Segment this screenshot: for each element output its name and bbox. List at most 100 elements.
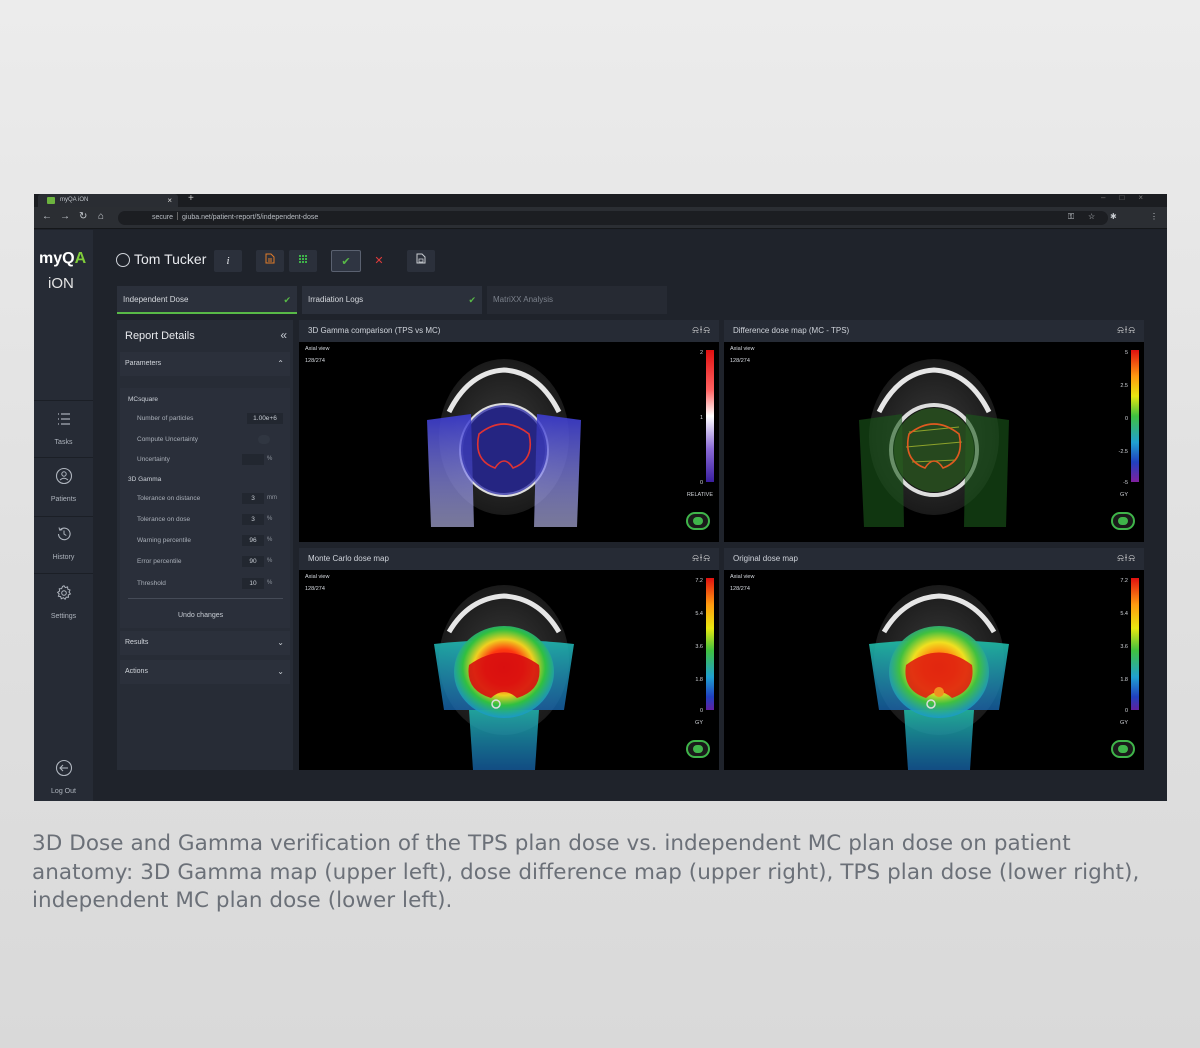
tol-distance-input[interactable]: 3: [242, 493, 264, 504]
back-icon[interactable]: ←: [42, 211, 52, 222]
particles-input[interactable]: 1.00e+6: [247, 413, 283, 424]
colorbar-tick: 7.2: [695, 578, 703, 584]
parameters-section-header[interactable]: Parameters ⌃: [120, 352, 290, 376]
save-report-button[interactable]: [407, 250, 435, 272]
body-view-icons[interactable]: ⍾⍿⍾: [692, 320, 711, 342]
colorbar-tick: 2.5: [1120, 383, 1128, 389]
tab-independent-dose[interactable]: Independent Dose ✔: [117, 286, 297, 314]
original-dose-image: [869, 585, 1009, 770]
actions-section-header[interactable]: Actions ⌄: [120, 660, 290, 684]
info-button[interactable]: i: [214, 250, 242, 272]
home-icon[interactable]: ⌂: [98, 211, 104, 222]
undo-changes-button[interactable]: Undo changes: [178, 612, 223, 619]
viewport-title: Difference dose map (MC - TPS): [733, 326, 850, 335]
sidebar-divider: [34, 457, 93, 458]
dose-colorbar: [1131, 578, 1139, 710]
export-button[interactable]: [289, 250, 317, 272]
gamma-viewport[interactable]: 3D Gamma comparison (TPS vs MC) ⍾⍿⍾ Axia…: [299, 320, 719, 542]
logo-text: myQA: [39, 250, 87, 267]
close-icon: ✕: [374, 255, 384, 267]
document-icon: [265, 253, 275, 264]
reload-icon[interactable]: ↻: [79, 211, 87, 222]
report-details-panel: Report Details « Parameters ⌃ MCsquare Nu…: [117, 320, 293, 770]
original-dose-viewport[interactable]: Original dose map ⍾⍿⍾ Axial view 128/274: [724, 548, 1144, 770]
colorbar-unit: RELATIVE: [686, 492, 713, 498]
threshold-unit: %: [267, 580, 273, 586]
chevron-down-icon: ⌄: [277, 638, 284, 647]
sidebar-item-label: History: [52, 554, 75, 561]
viewport-header: 3D Gamma comparison (TPS vs MC) ⍾⍿⍾: [299, 320, 719, 342]
threshold-label: Threshold: [137, 580, 166, 587]
error-percentile-label: Error percentile: [137, 558, 182, 565]
colorbar-unit: GY: [1120, 492, 1128, 498]
analysis-tabs: Independent Dose ✔ Irradiation Logs ✔ Matr…: [117, 286, 1144, 314]
sidebar-item-patients[interactable]: Patients: [34, 459, 93, 515]
body-view-icons[interactable]: ⍾⍿⍾: [1117, 320, 1136, 342]
sidebar-item-tasks[interactable]: Tasks: [34, 402, 93, 458]
tab-matrixx-analysis[interactable]: MatriXX Analysis: [487, 286, 667, 314]
close-tab-icon[interactable]: ×: [167, 194, 172, 207]
sidebar-item-history[interactable]: History: [34, 517, 93, 573]
warning-percentile-input[interactable]: 96: [242, 535, 264, 546]
difference-ct-image: [859, 359, 1009, 527]
sidebar-item-settings[interactable]: Settings: [34, 576, 93, 632]
tab-label: Independent Dose: [123, 295, 189, 304]
avatar-icon: [116, 253, 130, 267]
viewport-header: Original dose map ⍾⍿⍾: [724, 548, 1144, 570]
section-label: Parameters: [125, 360, 162, 367]
browser-tab[interactable]: myQA iON ×: [38, 194, 178, 207]
uncertainty-input[interactable]: [242, 454, 264, 465]
colorbar-tick: 1.8: [1120, 677, 1128, 683]
tol-dose-input[interactable]: 3: [242, 514, 264, 525]
difference-viewport[interactable]: Difference dose map (MC - TPS) ⍾⍿⍾ Axial…: [724, 320, 1144, 542]
browser-tab-title: myQA iON: [60, 197, 89, 203]
divider: [128, 598, 283, 599]
tab-irradiation-logs[interactable]: Irradiation Logs ✔: [302, 286, 482, 314]
error-percentile-input[interactable]: 90: [242, 556, 264, 567]
error-percentile-unit: %: [267, 558, 273, 564]
colorbar-tick: -5: [1123, 480, 1128, 486]
tol-dose-label: Tolerance on dose: [137, 516, 191, 523]
forward-icon[interactable]: →: [60, 211, 70, 222]
extension-icon[interactable]: ✱: [1110, 212, 1117, 221]
history-icon: [57, 527, 71, 541]
colorbar-tick: 1.8: [695, 677, 703, 683]
collapse-panel-icon[interactable]: «: [280, 328, 287, 342]
colorbar-tick: 5.4: [695, 611, 703, 617]
visibility-toggle-icon[interactable]: [1111, 740, 1135, 758]
threshold-input[interactable]: 10: [242, 578, 264, 589]
visibility-toggle-icon[interactable]: [1111, 512, 1135, 530]
tol-distance-unit: mm: [267, 495, 277, 501]
tab-label: MatriXX Analysis: [493, 295, 554, 304]
reject-button[interactable]: ✕: [365, 250, 393, 272]
visibility-toggle-icon[interactable]: [686, 740, 710, 758]
new-tab-button[interactable]: +: [188, 194, 194, 204]
favicon-icon: [47, 197, 55, 204]
url-secure-label: secure: [152, 214, 174, 221]
colorbar-tick: 1: [699, 415, 703, 421]
compute-uncertainty-label: Compute Uncertainty: [137, 436, 199, 443]
approve-button[interactable]: ✔: [331, 250, 361, 272]
star-icon[interactable]: ☆: [1088, 212, 1095, 221]
pdf-report-button[interactable]: [256, 250, 284, 272]
visibility-toggle-icon[interactable]: [686, 512, 710, 530]
body-view-icons[interactable]: ⍾⍿⍾: [1117, 548, 1136, 570]
colorbar-tick: 3.6: [695, 644, 703, 650]
mcsquare-label: MCsquare: [128, 396, 158, 403]
body-view-icons[interactable]: ⍾⍿⍾: [692, 548, 711, 570]
menu-icon[interactable]: ⋮: [1150, 212, 1158, 221]
sidebar: myQA iON Tasks Patients History Settings: [34, 230, 93, 801]
url-field[interactable]: secure giuba.net/patient-report/5/indepen…: [118, 211, 1108, 225]
monte-carlo-viewport[interactable]: Monte Carlo dose map ⍾⍿⍾ Axial view 128/…: [299, 548, 719, 770]
key-icon[interactable]: ⚿: [1068, 212, 1074, 222]
section-label: Results: [125, 639, 149, 646]
compute-uncertainty-toggle[interactable]: [258, 435, 270, 444]
viewport-title: Original dose map: [733, 554, 798, 563]
colorbar-tick: 0: [1124, 416, 1128, 422]
window-controls[interactable]: –□×: [1101, 194, 1157, 202]
url-text: giuba.net/patient-report/5/independent-d…: [182, 214, 319, 221]
results-section-header[interactable]: Results ⌄: [120, 631, 290, 655]
app-root: myQA iON Tasks Patients History Settings: [34, 230, 1167, 801]
colorbar-unit: GY: [1120, 720, 1128, 726]
logout-button[interactable]: Log Out: [34, 755, 93, 801]
